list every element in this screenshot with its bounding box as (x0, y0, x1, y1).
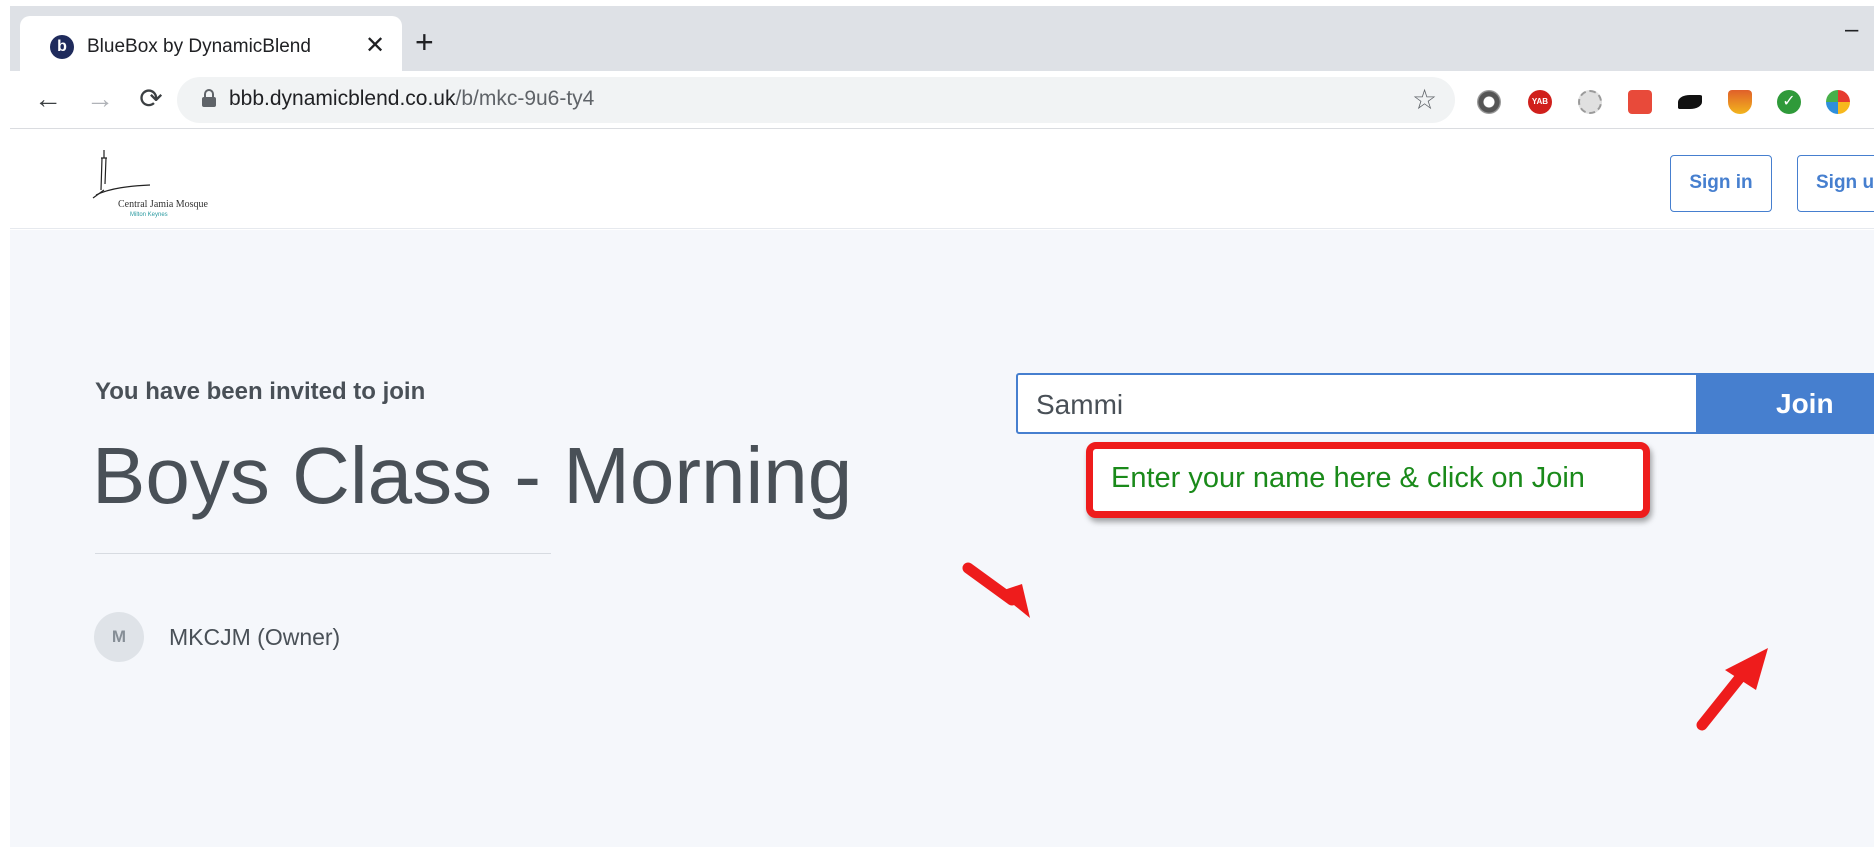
logo-subtext: Milton Keynes (130, 212, 168, 218)
yab-icon[interactable]: YAB (1528, 90, 1552, 114)
url-path: /b/mkc-9u6-ty4 (455, 87, 595, 110)
new-tab-icon[interactable]: + (415, 25, 434, 59)
lock-icon[interactable] (202, 89, 216, 107)
room-title: Boys Class - Morning (92, 431, 853, 520)
extension-icon[interactable] (1578, 90, 1602, 114)
arrow-to-input-icon (962, 562, 1030, 618)
bookmark-star-icon[interactable]: ☆ (1412, 83, 1437, 116)
back-arrow-icon[interactable]: ← (28, 79, 68, 119)
site-header: Central Jamia Mosque Milton Keynes Sign … (10, 130, 1874, 229)
logo-text: Central Jamia Mosque (118, 199, 208, 210)
bluebox-favicon-icon: b (50, 35, 74, 59)
shield-icon[interactable] (1728, 90, 1752, 114)
url-text[interactable]: bbb.dynamicblend.co.uk/b/mkc-9u6-ty4 (229, 87, 594, 111)
fish-icon[interactable] (1678, 95, 1702, 109)
sign-up-button[interactable]: Sign u (1797, 155, 1874, 212)
arrow-to-join-icon (1696, 648, 1768, 731)
mosque-logo[interactable]: Central Jamia Mosque Milton Keynes (90, 150, 230, 218)
room-main: You have been invited to join Boys Class… (10, 230, 1874, 847)
owner-avatar: M (94, 612, 144, 662)
reload-icon[interactable]: ⟳ (131, 79, 171, 119)
url-host: bbb.dynamicblend.co.uk (229, 87, 456, 110)
tab-strip: b BlueBox by DynamicBlend ✕ + – (10, 6, 1874, 73)
title-divider (95, 553, 551, 554)
name-input-value: Sammi (1036, 389, 1124, 420)
puzzle-flower-icon[interactable] (1826, 90, 1850, 114)
checkmark-icon[interactable]: ✓ (1777, 90, 1801, 114)
browser-toolbar: ← → ⟳ bbb.dynamicblend.co.uk/b/mkc-9u6-t… (10, 71, 1874, 129)
tab-bluebox[interactable]: b BlueBox by DynamicBlend ✕ (20, 16, 402, 73)
browser-window: b BlueBox by DynamicBlend ✕ + – ← → ⟳ bb… (0, 0, 1874, 847)
instruction-callout: Enter your name here & click on Join (1086, 442, 1650, 518)
tab-title: BlueBox by DynamicBlend (87, 36, 311, 57)
invite-label: You have been invited to join (95, 378, 426, 405)
tab-close-icon[interactable]: ✕ (365, 31, 385, 61)
join-button[interactable]: Join (1696, 373, 1874, 434)
forward-arrow-icon[interactable]: → (80, 79, 120, 119)
window-minimize-icon[interactable]: – (1845, 16, 1858, 44)
callout-text: Enter your name here & click on Join (1111, 462, 1585, 494)
sign-in-button[interactable]: Sign in (1670, 155, 1772, 212)
vpn-icon[interactable] (1477, 90, 1501, 114)
owner-name: MKCJM (Owner) (169, 624, 341, 650)
address-bar[interactable]: bbb.dynamicblend.co.uk/b/mkc-9u6-ty4 ☆ (177, 77, 1455, 123)
badge-icon[interactable] (1628, 90, 1652, 114)
name-input[interactable]: Sammi (1016, 373, 1706, 434)
